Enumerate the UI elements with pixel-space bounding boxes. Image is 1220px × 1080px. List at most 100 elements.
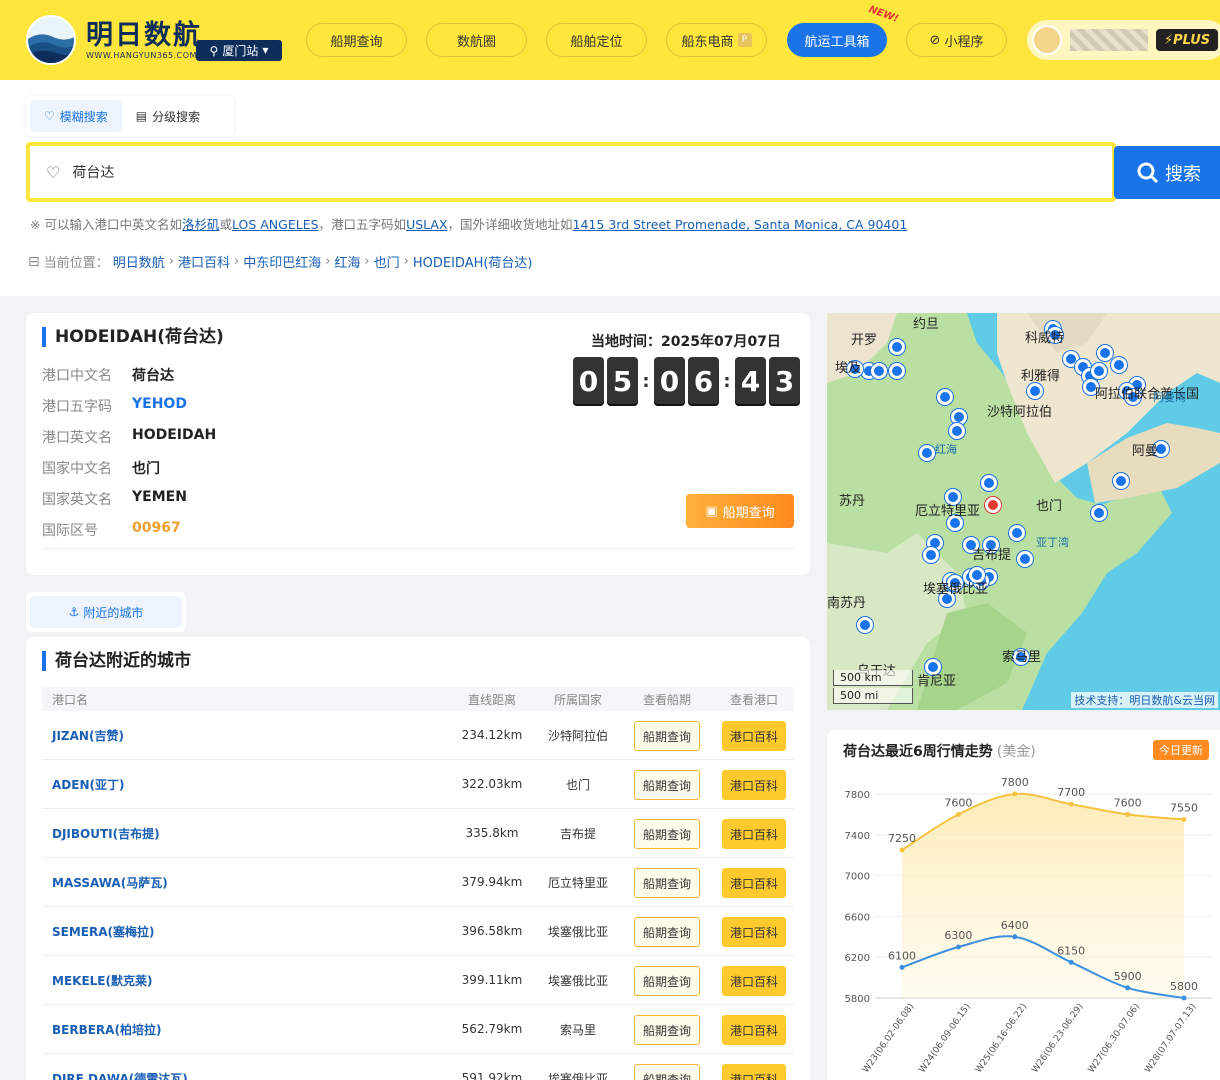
port-pin-icon[interactable] [1111,357,1127,373]
row-schedule-button[interactable]: 船期查询 [634,819,700,849]
current-port-pin-icon[interactable] [985,497,1001,513]
tip-link-address[interactable]: 1415 3rd Street Promenade, Santa Monica,… [573,217,908,232]
breadcrumb-port-wiki[interactable]: 港口百科 [178,252,230,271]
nearby-distance: 396.58km [461,924,523,938]
table-row: SEMERA(塞梅拉) 396.58km 埃塞俄比亚 船期查询 港口百科 [42,907,794,956]
row-schedule-button[interactable]: 船期查询 [634,1015,700,1045]
row-port-wiki-button[interactable]: 港口百科 [722,721,786,751]
table-row: DJIBOUTI(吉布提) 335.8km 吉布提 船期查询 港口百科 [42,809,794,858]
tip-link-uslax[interactable]: USLAX [406,217,447,232]
row-schedule-button[interactable]: 船期查询 [634,868,700,898]
breadcrumb-current[interactable]: HODEIDAH(荷台达) [413,252,533,271]
col-port: 查看港口 [729,692,778,707]
info-key: 港口五字码 [42,399,112,415]
row-schedule-button[interactable]: 船期查询 [634,721,700,751]
nav-ship-location[interactable]: 船舶定位 [546,23,647,57]
tip-link-losangeles-cn[interactable]: 洛杉矶 [182,217,220,232]
breadcrumb-home[interactable]: 明日数航 [113,252,165,271]
port-pin-icon[interactable] [923,547,939,563]
search-input[interactable] [72,164,973,180]
nearby-port-link[interactable]: DIRE DAWA(德雷达瓦) [52,1054,188,1080]
row-port-wiki-button[interactable]: 港口百科 [722,770,786,800]
row-schedule-button[interactable]: 船期查询 [634,917,700,947]
nearby-port-link[interactable]: ADEN(亚丁) [52,760,124,808]
port-pin-icon[interactable] [919,445,935,461]
row-port-wiki-button[interactable]: 港口百科 [722,1015,786,1045]
divider [42,548,794,549]
tab-nearby-cities[interactable]: ⚓ 附近的城市 [30,596,182,628]
row-schedule-button[interactable]: 船期查询 [634,770,700,800]
port-pin-icon[interactable] [1017,551,1033,567]
ecommerce-icon: P [737,33,752,47]
port-pin-icon[interactable] [1009,525,1025,541]
search-box: ♡ [26,142,1116,202]
port-pin-icon[interactable] [937,389,953,405]
search-tip: ※ 可以输入港口中英文名如洛杉矶或LOS ANGELES，港口五字码如USLAX… [30,217,908,232]
tab-fuzzy-search[interactable]: ♡ 模糊搜索 [30,100,122,132]
map-label: 约旦 [913,317,940,332]
nav-mini-program[interactable]: ⊘ 小程序 [906,23,1007,57]
breadcrumb-region[interactable]: 中东印巴红海 [243,252,321,271]
clock-digit: 0 [573,357,604,406]
search-button[interactable]: 搜索 [1114,146,1220,199]
port-info-row: 港口中文名 荷台达 [42,365,174,385]
data-label: 7700 [1057,786,1085,799]
nearby-port-link[interactable]: JIZAN(吉赞) [52,711,124,759]
avatar [1032,25,1062,55]
nearby-port-link[interactable]: SEMERA(塞梅拉) [52,907,154,955]
nearby-country: 也门 [565,777,590,792]
nav-ship-schedule[interactable]: 船期查询 [306,23,407,57]
data-label: 6150 [1057,944,1085,957]
nearby-port-link[interactable]: DJIBOUTI(吉布提) [52,809,160,857]
row-port-wiki-button[interactable]: 港口百科 [722,1064,786,1080]
nav-shipping-toolbox[interactable]: 航运工具箱 [787,23,887,57]
user-account[interactable]: ⚡ PLUS [1027,20,1220,60]
row-schedule-button[interactable]: 船期查询 [634,1064,700,1080]
port-pin-icon[interactable] [889,363,905,379]
ship-schedule-button[interactable]: ▣ 船期查询 [686,494,794,528]
breadcrumb-country[interactable]: 也门 [374,252,400,271]
row-port-wiki-button[interactable]: 港口百科 [722,868,786,898]
port-pin-icon[interactable] [1091,363,1107,379]
port-pin-icon[interactable] [1097,345,1113,361]
port-pin-icon[interactable] [871,363,887,379]
row-port-wiki-button[interactable]: 港口百科 [722,966,786,996]
nav-shuhang-circle[interactable]: 数航圈 [426,23,527,57]
logo[interactable]: 明日数航 WWW.HANGYUN365.COM [26,15,202,65]
location-pin-icon: ⚲ [209,43,219,58]
anchor-icon: ⚓ [68,605,80,619]
nearby-distance: 562.79km [461,1022,523,1036]
row-port-wiki-button[interactable]: 港口百科 [722,819,786,849]
port-pin-icon[interactable] [1027,383,1043,399]
nearby-port-link[interactable]: BERBERA(柏培拉) [52,1005,161,1053]
nearby-country: 索马里 [559,1022,596,1037]
map-label: 亚丁湾 [1036,536,1069,549]
data-point [1125,985,1131,991]
station-selector[interactable]: ⚲ 厦门站 ▼ [196,40,282,61]
lightning-icon: ⚡ [1164,32,1174,48]
breadcrumb-sea[interactable]: 红海 [334,252,360,271]
new-badge: NEW! [867,4,900,25]
nav-shipowner-ecommerce[interactable]: 船东电商 P [666,23,767,57]
row-schedule-button[interactable]: 船期查询 [634,966,700,996]
port-pin-icon[interactable] [1091,505,1107,521]
port-pin-icon[interactable] [949,423,965,439]
tab-level-search[interactable]: ▤ 分级搜索 [122,100,214,132]
port-pin-icon[interactable] [857,617,873,633]
map-label: 也门 [1036,499,1063,514]
port-map[interactable]: 约旦 开罗 埃及 科威特 利雅得 沙特阿拉伯 阿拉伯联合酋长国 阿曼湾 红海 阿曼 苏丹 厄立特里亚也… [827,313,1220,710]
nearby-distance: 591.92km [461,1071,523,1080]
map-label: 阿曼 [1132,444,1159,459]
map-label: 开罗 [851,333,878,348]
nearby-port-link[interactable]: MASSAWA(马萨瓦) [52,858,168,906]
clock-digit: 4 [735,357,766,406]
nearby-port-link[interactable]: MEKELE(默克莱) [52,956,152,1004]
port-pin-icon[interactable] [889,339,905,355]
data-point [1012,934,1018,940]
logo-url: WWW.HANGYUN365.COM [86,50,197,60]
port-pin-icon[interactable] [1113,473,1129,489]
port-pin-icon[interactable] [981,475,997,491]
tip-link-losangeles-en[interactable]: LOS ANGELES [232,217,319,232]
x-tick-label: W23(06.02-06.08) [861,1002,916,1075]
row-port-wiki-button[interactable]: 港口百科 [722,917,786,947]
